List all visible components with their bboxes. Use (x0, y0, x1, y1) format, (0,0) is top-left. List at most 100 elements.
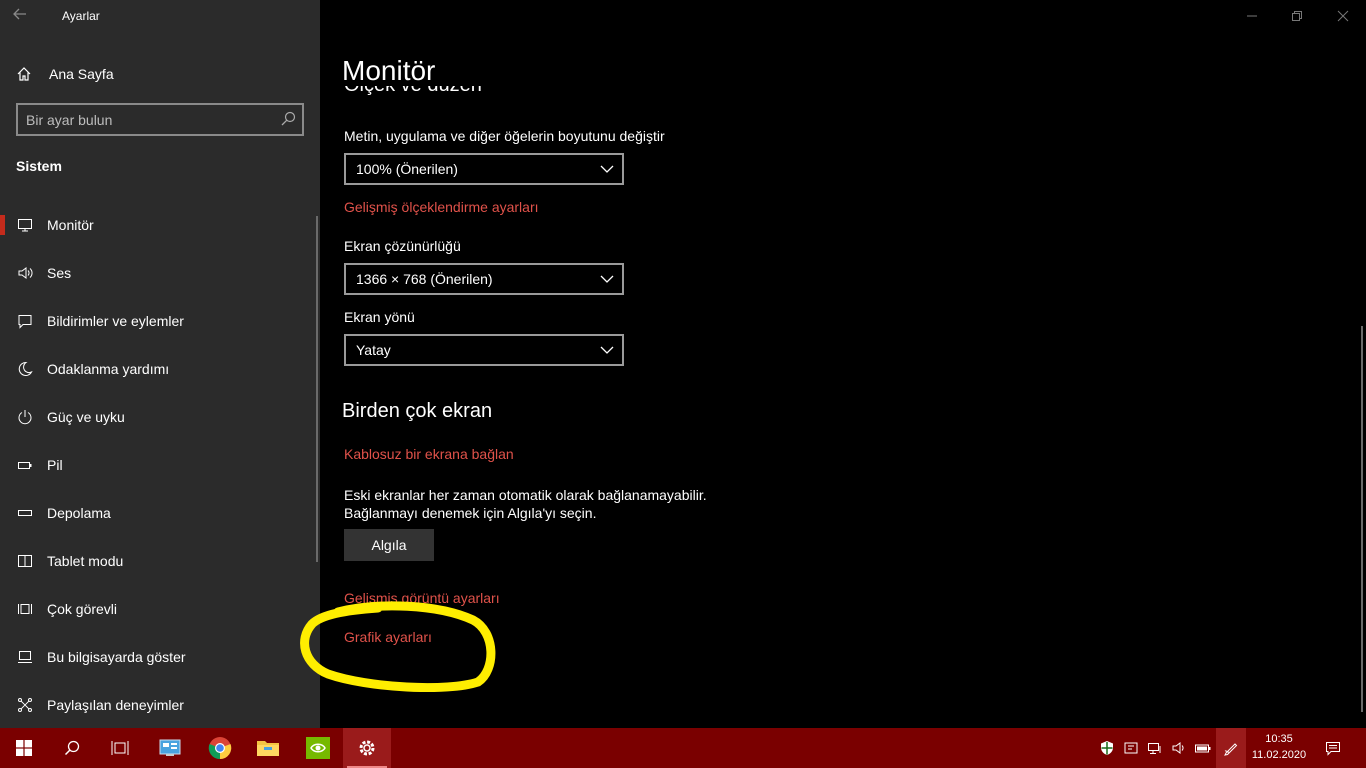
sidebar-item-label: Bu bilgisayarda göster (47, 649, 186, 665)
sidebar-item-label: Depolama (47, 505, 111, 521)
active-indicator (0, 215, 5, 235)
taskbar-app-chrome[interactable] (196, 728, 244, 768)
home-label: Ana Sayfa (49, 66, 114, 82)
scale-value: 100% (Önerilen) (356, 161, 458, 177)
scale-label: Metin, uygulama ve diğer öğelerin boyutu… (344, 128, 665, 144)
sidebar-item-label: Tablet modu (47, 553, 124, 569)
tray-pen-workspace[interactable] (1216, 728, 1246, 768)
clock-date: 11.02.2020 (1251, 749, 1307, 761)
search-box (16, 103, 304, 136)
security-shield-icon (1101, 741, 1113, 755)
page-title: Monitör (342, 55, 436, 86)
taskbar-app-file-explorer[interactable] (244, 728, 292, 768)
sidebar-item-battery[interactable]: Pil (0, 445, 312, 485)
home-link[interactable]: Ana Sayfa (16, 62, 114, 86)
taskbar-app-control-panel[interactable] (146, 728, 194, 768)
file-explorer-icon (257, 741, 279, 756)
resolution-label: Ekran çözünürlüğü (344, 238, 461, 254)
power-icon (16, 408, 34, 426)
device-icon (1124, 742, 1138, 754)
control-panel-icon (159, 739, 181, 756)
storage-icon (16, 504, 34, 522)
settings-gear-icon (359, 740, 375, 756)
orientation-dropdown[interactable]: Yatay (344, 334, 624, 366)
orientation-value: Yatay (356, 342, 391, 358)
clock-time: 10:35 (1265, 733, 1293, 745)
sidebar-item-label: Odaklanma yardımı (47, 361, 170, 377)
sidebar-item-shared-experiences[interactable]: Paylaşılan deneyimler (0, 685, 312, 725)
restore-icon (1292, 11, 1302, 21)
task-view-icon (111, 741, 129, 755)
sidebar-item-notifications[interactable]: Bildirimler ve eylemler (0, 301, 312, 341)
taskbar-clock[interactable]: 10:35 11.02.2020 (1250, 731, 1308, 763)
tray-battery[interactable] (1192, 728, 1214, 768)
sidebar-item-power[interactable]: Güç ve uyku (0, 397, 312, 437)
graphics-settings-link[interactable]: Grafik ayarları (344, 629, 432, 645)
taskbar-app-settings[interactable] (343, 728, 391, 768)
section-label: Sistem (16, 158, 62, 174)
sidebar-scrollbar[interactable] (316, 216, 318, 562)
main-scrollbar[interactable] (1361, 326, 1363, 712)
action-center-icon (1326, 742, 1340, 756)
windows-start-icon (16, 740, 32, 756)
tray-network[interactable] (1144, 728, 1166, 768)
chevron-down-icon (600, 165, 614, 173)
search-icon (64, 740, 80, 756)
project-icon (16, 648, 34, 666)
home-icon (17, 67, 31, 81)
sidebar: Ayarlar Ana Sayfa Sistem Monitör Ses Bil… (0, 0, 320, 728)
sidebar-item-tablet[interactable]: Tablet modu (0, 541, 312, 581)
moon-icon (16, 360, 34, 378)
chevron-down-icon (600, 346, 614, 354)
start-button[interactable] (0, 728, 48, 768)
search-icon[interactable] (280, 111, 296, 127)
advanced-display-link[interactable]: Gelişmiş görüntü ayarları (344, 590, 500, 606)
tray-security[interactable] (1096, 728, 1118, 768)
sidebar-item-label: Güç ve uyku (47, 409, 125, 425)
scale-dropdown[interactable]: 100% (Önerilen) (344, 153, 624, 185)
restore-button[interactable] (1274, 5, 1320, 27)
taskbar-search-button[interactable] (48, 728, 96, 768)
sidebar-item-monitor[interactable]: Monitör (0, 205, 312, 245)
detect-button[interactable]: Algıla (344, 529, 434, 561)
minimize-icon (1247, 15, 1257, 17)
sidebar-item-storage[interactable]: Depolama (0, 493, 312, 533)
sidebar-item-label: Pil (47, 457, 63, 473)
monitor-icon (16, 216, 34, 234)
resolution-dropdown[interactable]: 1366 × 768 (Önerilen) (344, 263, 624, 295)
detect-description: Eski ekranlar her zaman otomatik olarak … (344, 487, 707, 521)
sidebar-item-focus-assist[interactable]: Odaklanma yardımı (0, 349, 312, 389)
yellow-highlight-annotation (300, 601, 496, 692)
taskbar-app-nvidia[interactable] (294, 728, 342, 768)
speaker-icon (16, 264, 34, 282)
task-view-button[interactable] (96, 728, 144, 768)
sidebar-item-multitasking[interactable]: Çok görevli (0, 589, 312, 629)
minimize-button[interactable] (1229, 5, 1275, 27)
battery-icon (16, 456, 34, 474)
section-heading-scale-layout: Ölçek ve düzen (344, 86, 644, 100)
resolution-value: 1366 × 768 (Önerilen) (356, 271, 493, 287)
back-arrow-icon[interactable] (12, 6, 36, 26)
wireless-display-link[interactable]: Kablosuz bir ekrana bağlan (344, 446, 514, 462)
tray-device[interactable] (1120, 728, 1142, 768)
action-center-button[interactable] (1320, 728, 1346, 768)
advanced-scaling-link[interactable]: Gelişmiş ölçeklendirme ayarları (344, 199, 539, 215)
network-icon (1148, 743, 1161, 754)
pen-icon (1224, 743, 1238, 756)
search-input[interactable] (26, 105, 276, 134)
orientation-label: Ekran yönü (344, 309, 415, 325)
nvidia-icon (306, 737, 330, 759)
multitask-icon (16, 600, 34, 618)
sidebar-item-label: Çok görevli (47, 601, 118, 617)
tray-volume[interactable] (1168, 728, 1190, 768)
close-button[interactable] (1320, 5, 1366, 27)
sidebar-item-label: Ses (47, 265, 72, 281)
sidebar-item-label: Paylaşılan deneyimler (47, 697, 184, 713)
close-icon (1337, 10, 1349, 22)
sidebar-item-label: Monitör (47, 217, 94, 233)
app-title: Ayarlar (62, 9, 100, 23)
sidebar-item-projecting[interactable]: Bu bilgisayarda göster (0, 637, 312, 677)
chrome-icon (208, 737, 232, 760)
taskbar: 10:35 11.02.2020 (0, 728, 1366, 768)
sidebar-item-sound[interactable]: Ses (0, 253, 312, 293)
